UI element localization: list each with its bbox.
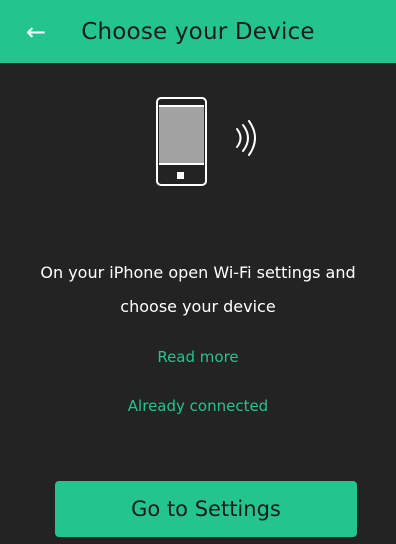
read-more-link[interactable]: Read more [0, 348, 396, 366]
instruction-line-2: choose your device [120, 297, 276, 316]
choose-device-screen: ← Choose your Device On your iPhone open… [0, 0, 396, 544]
phone-wifi-icon [156, 97, 256, 186]
already-connected-link[interactable]: Already connected [0, 397, 396, 415]
page-title: Choose your Device [81, 18, 315, 45]
top-header: ← Choose your Device [0, 0, 396, 63]
back-arrow-icon[interactable]: ← [26, 17, 62, 47]
instruction-line-1: On your iPhone open Wi-Fi settings and [40, 263, 356, 282]
go-to-settings-button[interactable]: Go to Settings [55, 481, 357, 537]
instruction-text: On your iPhone open Wi-Fi settings and c… [24, 256, 372, 324]
